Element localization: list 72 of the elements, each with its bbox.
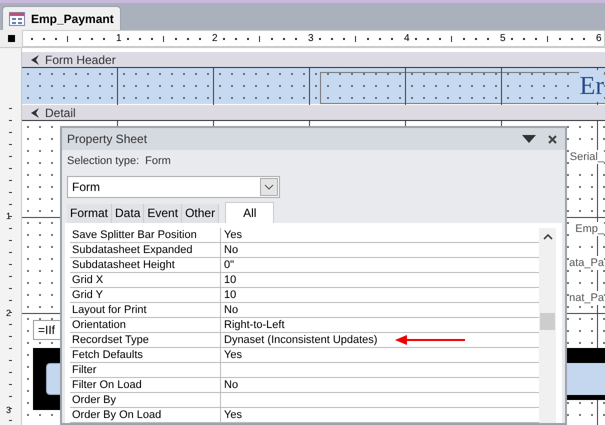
- property-value[interactable]: Right-to-Left: [221, 318, 285, 332]
- property-name: Orientation: [70, 318, 221, 332]
- ruler-number: 1: [6, 211, 12, 221]
- property-name: Subdatasheet Expanded: [70, 242, 221, 256]
- ruler-number: 2: [212, 32, 218, 46]
- property-tab[interactable]: All: [225, 202, 274, 222]
- property-row[interactable]: Fetch Defaults Yes: [70, 348, 539, 362]
- property-name: Filter On Load: [70, 378, 221, 392]
- property-value[interactable]: No: [221, 378, 238, 392]
- close-icon[interactable]: [548, 134, 557, 144]
- field-label: Emp_: [575, 222, 604, 236]
- property-value[interactable]: 10: [221, 272, 236, 286]
- property-value[interactable]: Yes: [221, 228, 242, 242]
- field-label: nat_Pa: [569, 291, 604, 305]
- dropdown-triangle-icon[interactable]: [522, 135, 536, 143]
- selection-type-label: Selection type:: [67, 154, 140, 169]
- ruler-number: 5: [500, 32, 506, 46]
- property-name: Save Splitter Bar Position: [70, 228, 221, 242]
- property-row[interactable]: Grid X 10: [70, 272, 539, 288]
- property-name: Grid Y: [70, 288, 221, 302]
- property-row[interactable]: Filter: [70, 362, 539, 378]
- selection-type-value: Form: [145, 154, 171, 169]
- section-bar[interactable]: Form Header: [22, 52, 605, 68]
- field-label: ata_Pa: [569, 256, 604, 270]
- property-name: Filter: [70, 362, 221, 376]
- panel-title: Property Sheet: [67, 131, 148, 148]
- chevron-down-icon[interactable]: [260, 178, 278, 196]
- property-row[interactable]: Layout for Print No: [70, 302, 539, 318]
- object-combo-box[interactable]: Form: [67, 176, 280, 198]
- ruler-number: 3: [308, 32, 314, 46]
- section-arrow-icon: [30, 108, 40, 118]
- property-row[interactable]: Order By: [70, 392, 539, 408]
- property-row[interactable]: Orientation Right-to-Left: [70, 318, 539, 332]
- form-icon: [9, 12, 25, 26]
- property-row[interactable]: Order By On Load Yes: [70, 408, 539, 422]
- property-name: Layout for Print: [70, 302, 221, 316]
- header-label: Er: [579, 70, 604, 102]
- property-row[interactable]: Filter On Load No: [70, 378, 539, 392]
- document-tab[interactable]: Emp_Paymant: [2, 6, 121, 30]
- field-label: Serial_: [570, 150, 604, 164]
- property-tab[interactable]: Event: [144, 204, 182, 222]
- scrollbar-thumb[interactable]: [540, 312, 555, 330]
- ruler-number: 4: [404, 32, 410, 46]
- ruler-number: 1: [116, 32, 122, 46]
- property-value[interactable]: 0": [221, 258, 234, 272]
- property-value[interactable]: Yes: [221, 348, 242, 362]
- property-value[interactable]: No: [221, 302, 238, 316]
- property-value[interactable]: Yes: [221, 408, 242, 422]
- property-value[interactable]: Dynaset (Inconsistent Updates): [221, 332, 378, 346]
- ruler-number: 6: [596, 32, 602, 46]
- property-name: Order By On Load: [70, 408, 221, 422]
- property-row[interactable]: Grid Y 10: [70, 288, 539, 302]
- property-row[interactable]: Subdatasheet Height 0": [70, 258, 539, 272]
- property-name: Subdatasheet Height: [70, 258, 221, 272]
- property-tab[interactable]: Format: [67, 204, 112, 222]
- section-arrow-icon: [30, 54, 40, 64]
- property-value[interactable]: 10: [221, 288, 236, 302]
- property-tab[interactable]: Data: [112, 204, 144, 222]
- property-row[interactable]: Subdatasheet Expanded No: [70, 242, 539, 258]
- arrow-icon: [395, 334, 466, 344]
- property-name: Recordset Type: [70, 332, 221, 346]
- select-form-box[interactable]: [8, 35, 14, 42]
- section-bar[interactable]: Detail: [22, 105, 605, 121]
- property-name: Order By: [70, 392, 221, 406]
- scroll-up-icon[interactable]: [542, 232, 552, 240]
- property-value[interactable]: No: [221, 242, 238, 256]
- property-name: Fetch Defaults: [70, 348, 221, 362]
- property-name: Grid X: [70, 272, 221, 286]
- property-row[interactable]: Recordset Type Dynaset (Inconsistent Updates): [70, 332, 539, 348]
- property-row[interactable]: Save Splitter Bar Position Yes: [70, 228, 539, 242]
- vertical-scrollbar[interactable]: [539, 228, 556, 423]
- property-tab[interactable]: Other: [182, 204, 220, 222]
